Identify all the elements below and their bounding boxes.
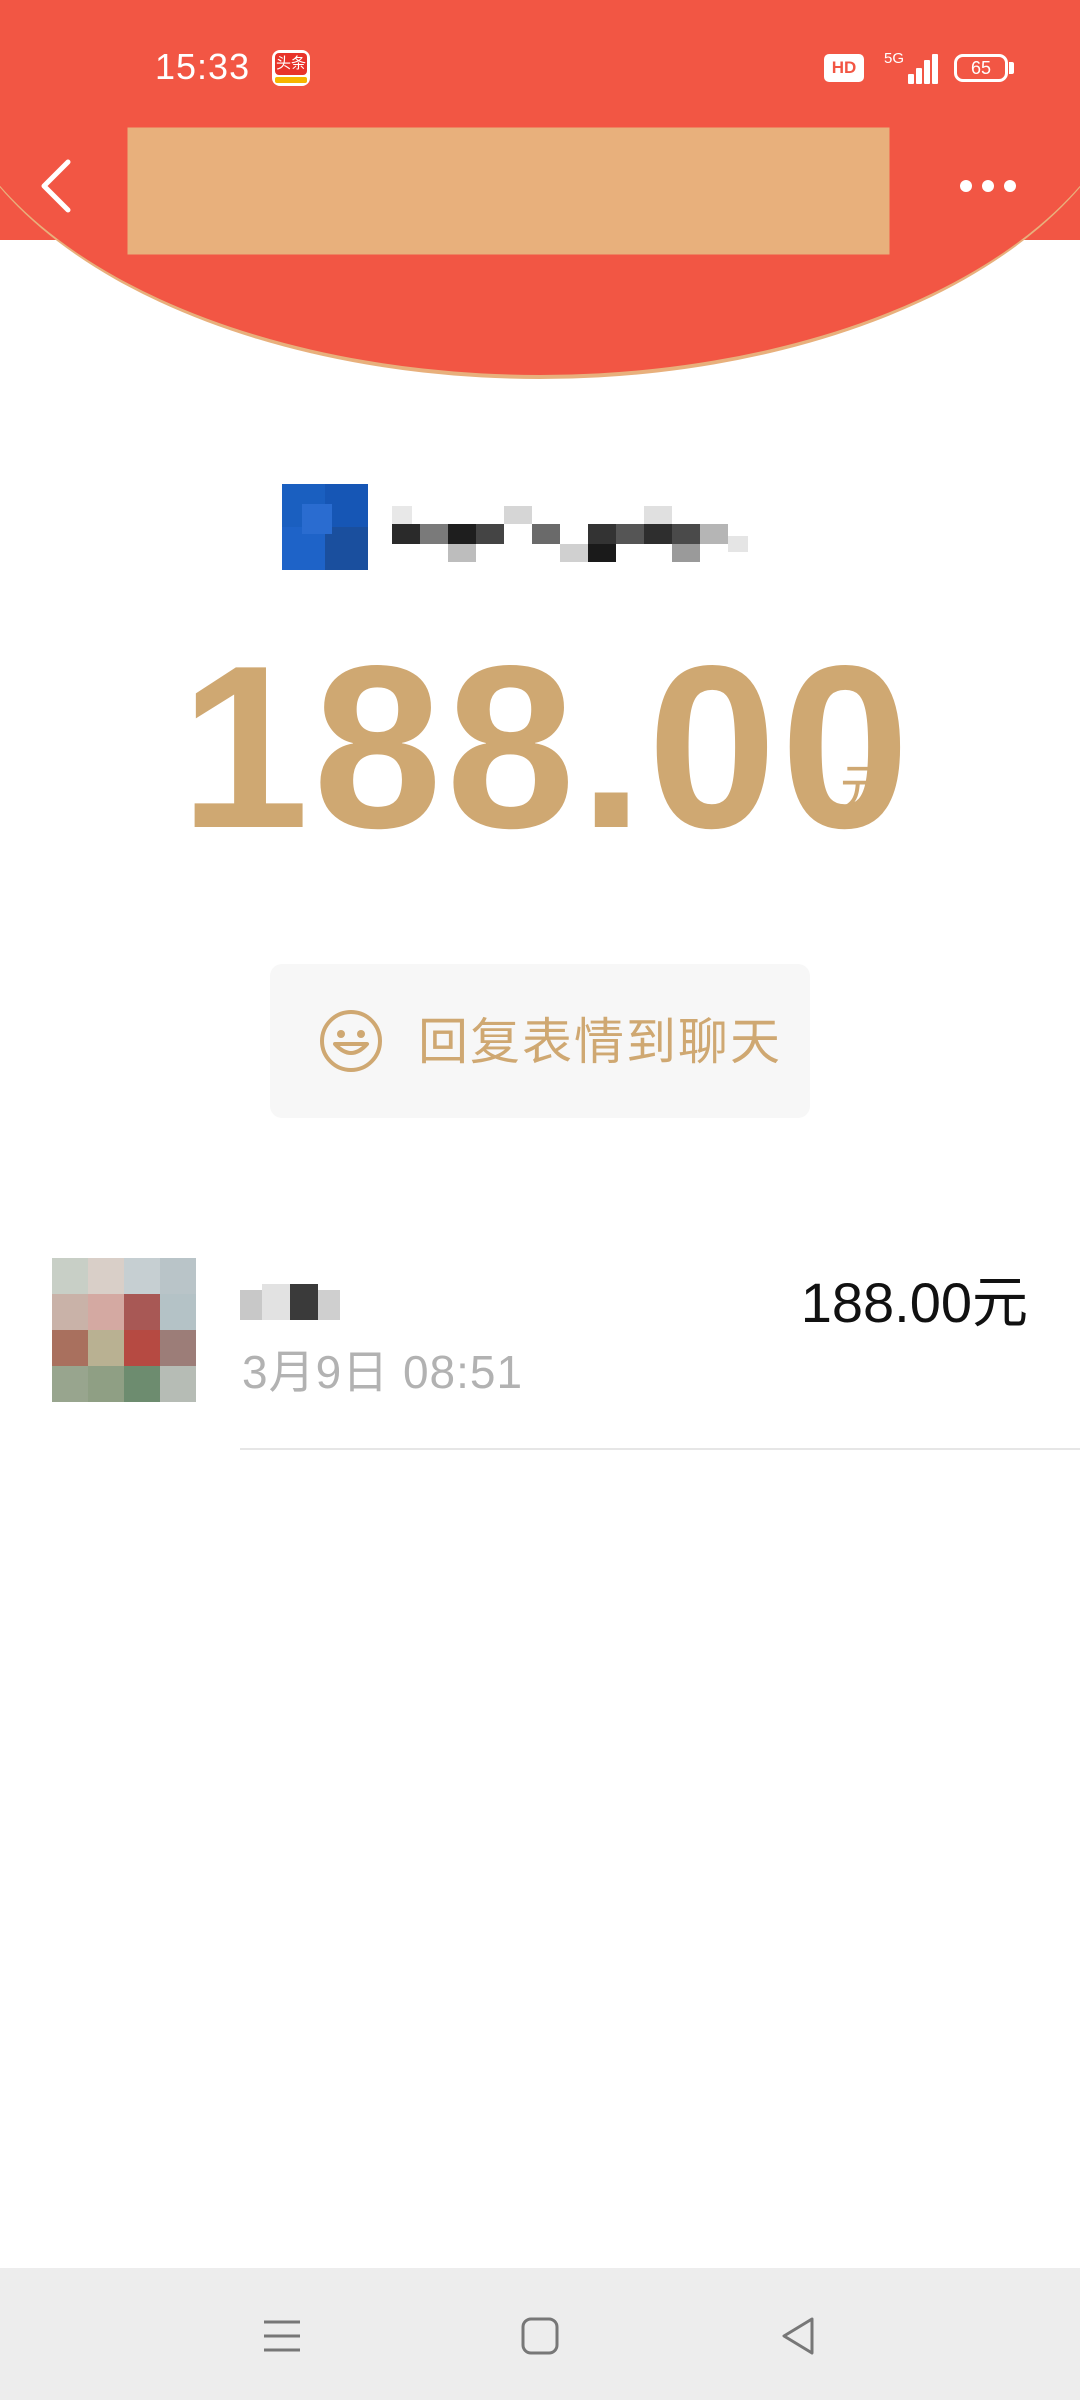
signal-icon	[900, 52, 938, 84]
receiver-avatar	[52, 1258, 196, 1402]
reply-sticker-label: 回复表情到聊天	[418, 1014, 782, 1070]
amount-unit: 元	[840, 760, 890, 816]
menu-icon	[264, 2320, 300, 2352]
nav-home-button[interactable]	[510, 2306, 570, 2366]
more-dot	[982, 180, 994, 192]
home-square-icon	[521, 2317, 559, 2355]
sender-avatar	[282, 484, 368, 570]
nav-menu-button[interactable]	[252, 2306, 312, 2366]
back-triangle-icon	[782, 2317, 814, 2355]
more-dot	[1004, 180, 1016, 192]
back-button[interactable]	[30, 150, 90, 220]
receiver-name-redacted	[240, 1280, 380, 1330]
toutiao-app-icon: 头条	[272, 50, 310, 86]
sender-info	[282, 484, 802, 570]
record-amount: 188.00元	[800, 1271, 1028, 1334]
reply-sticker-button[interactable]: 回复表情到聊天	[270, 964, 810, 1118]
more-dots-icon	[960, 180, 972, 192]
more-button[interactable]	[950, 160, 1030, 210]
smiley-icon	[320, 1010, 382, 1072]
status-bar: 15:33 头条 HD 5G 65	[0, 0, 1080, 130]
packet-amount: 188.00 元	[180, 628, 910, 868]
hd-voice-icon: HD	[824, 54, 864, 82]
battery-icon: 65	[954, 54, 1008, 82]
amount-value: 188.00	[180, 618, 914, 877]
app-badge-stripe	[275, 77, 307, 83]
nav-back-button[interactable]	[768, 2306, 828, 2366]
divider	[240, 1448, 1080, 1450]
red-packet-header: 15:33 头条 HD 5G 65	[0, 0, 1080, 380]
app-badge-label: 头条	[275, 53, 307, 75]
list-item[interactable]: 3月9日 08:51 188.00元	[0, 1250, 1080, 1450]
battery-tip	[1009, 62, 1014, 74]
system-nav-bar	[0, 2268, 1080, 2400]
record-time: 3月9日 08:51	[242, 1346, 524, 1398]
status-time: 15:33	[155, 46, 251, 87]
chevron-left-icon	[41, 159, 71, 213]
sender-name-redacted	[392, 506, 792, 562]
